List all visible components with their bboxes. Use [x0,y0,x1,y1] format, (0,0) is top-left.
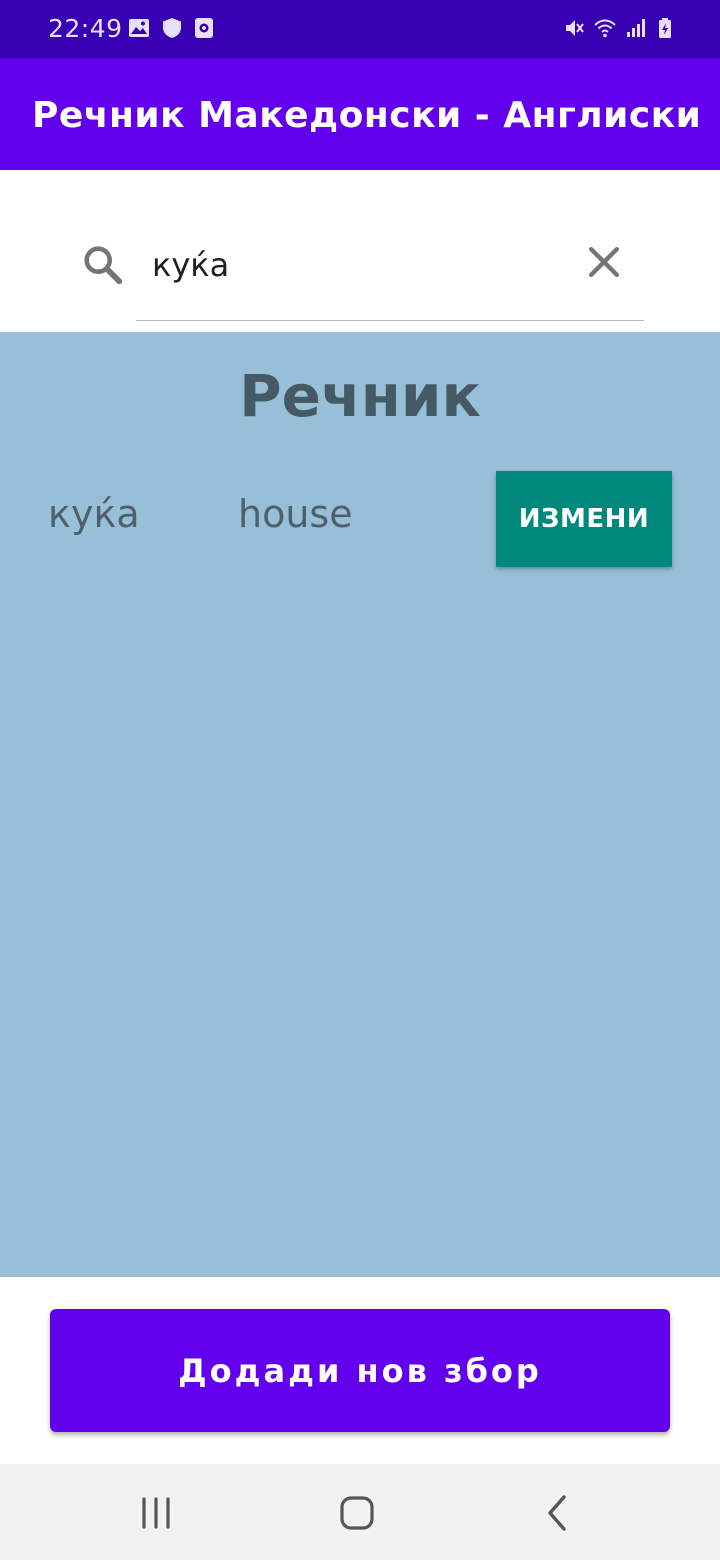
back-icon[interactable] [533,1488,583,1538]
signal-icon [627,19,645,37]
macedonian-word: куќа [48,492,140,536]
mute-icon [566,20,584,36]
english-word: house [238,492,353,536]
search-icon [84,246,123,285]
image-icon [129,19,149,37]
status-bar: 22:49 [0,0,720,58]
close-icon[interactable] [582,240,626,284]
wifi-icon [594,19,616,38]
dictionary-title: Речник [239,362,481,430]
app-bar: Речник Македонски - Англиски [0,58,720,170]
search-area [0,170,720,332]
battery-charging-icon [659,18,671,38]
search-input[interactable] [136,230,572,300]
shield-icon [163,18,181,38]
recent-apps-icon[interactable] [131,1488,181,1538]
add-word-button[interactable]: Додади нов збор [50,1309,670,1432]
search-underline [136,320,644,321]
navigation-bar [0,1464,720,1560]
edit-button[interactable]: ИЗМЕНИ [496,471,672,567]
screen-record-icon [195,18,213,38]
dictionary-panel: Речник куќа house ИЗМЕНИ [0,332,720,1277]
home-icon[interactable] [332,1488,382,1538]
app-title: Речник Македонски - Англиски [32,95,702,136]
status-time: 22:49 [48,14,123,43]
